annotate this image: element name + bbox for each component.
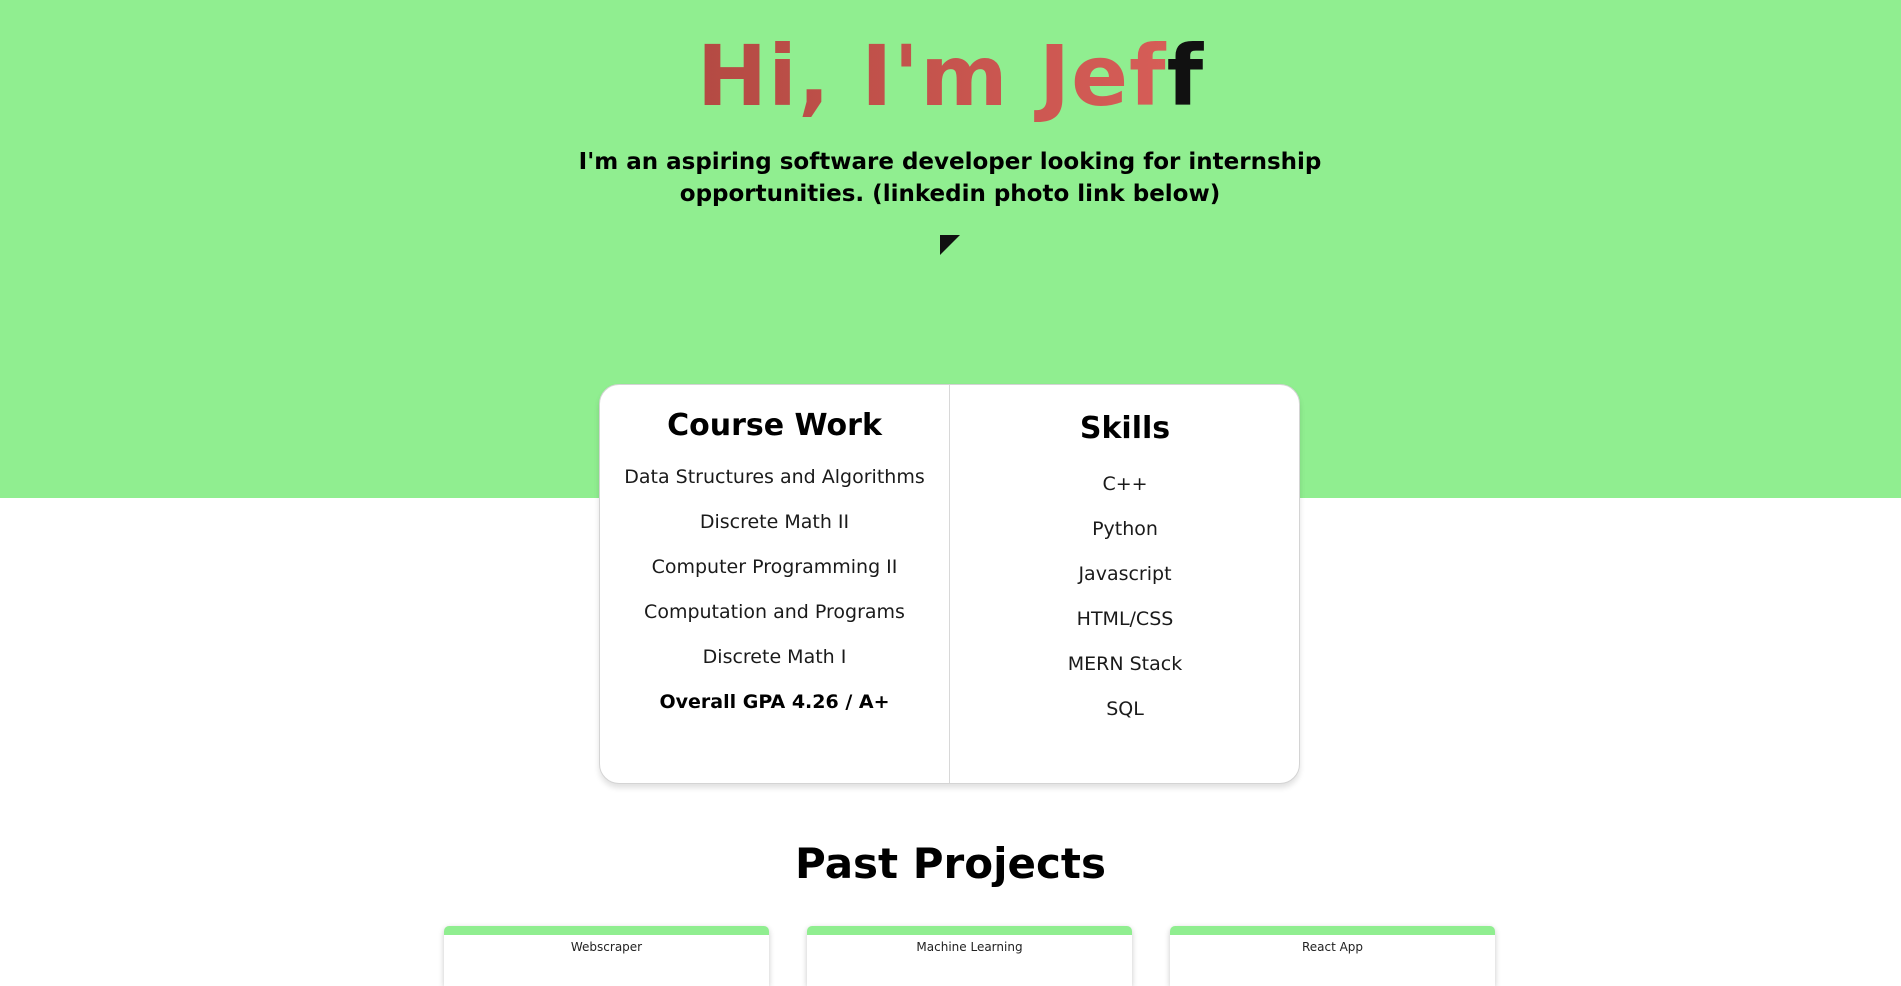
past-projects-title: Past Projects [795, 839, 1106, 888]
broken-image-icon [940, 235, 962, 255]
skill-item: HTML/CSS [1076, 608, 1174, 630]
gpa-text: Overall GPA 4.26 / A+ [659, 691, 890, 713]
project-card-react-app[interactable]: React App [1170, 926, 1495, 986]
coursework-item: Data Structures and Algorithms [624, 466, 925, 488]
coursework-list: Data Structures and Algorithms Discrete … [600, 455, 949, 725]
project-label: Machine Learning [916, 940, 1023, 954]
skill-item: Javascript [1078, 563, 1172, 585]
coursework-column: Course Work Data Structures and Algorith… [600, 385, 949, 725]
hero-title-pending: f [1166, 27, 1205, 125]
project-card-machine-learning[interactable]: Machine Learning [807, 926, 1132, 986]
hero-title: Hi, I'm Jeff [0, 20, 1901, 132]
skills-list: C++ Python Javascript HTML/CSS MERN Stac… [950, 462, 1299, 732]
linkedin-photo-link[interactable] [940, 235, 962, 257]
info-card: Course Work Data Structures and Algorith… [599, 384, 1300, 784]
skills-title: Skills [1079, 411, 1171, 446]
skills-column: Skills C++ Python Javascript HTML/CSS ME… [950, 385, 1299, 732]
skill-item: C++ [1102, 473, 1148, 495]
skill-item: MERN Stack [1067, 653, 1183, 675]
hero-subtitle: I'm an aspiring software developer looki… [578, 149, 1322, 207]
skill-item: Python [1092, 518, 1158, 540]
coursework-title: Course Work [667, 408, 882, 443]
coursework-item: Discrete Math I [702, 646, 847, 668]
coursework-item: Discrete Math II [699, 511, 850, 533]
skill-item: SQL [1106, 698, 1144, 720]
project-label: Webscraper [570, 940, 643, 954]
project-card-webscraper[interactable]: Webscraper [444, 926, 769, 986]
hero-title-typed: Hi, I'm Jef [696, 27, 1167, 125]
coursework-item: Computation and Programs [644, 601, 905, 623]
coursework-item: Computer Programming II [651, 556, 898, 578]
project-label: React App [1301, 940, 1364, 954]
